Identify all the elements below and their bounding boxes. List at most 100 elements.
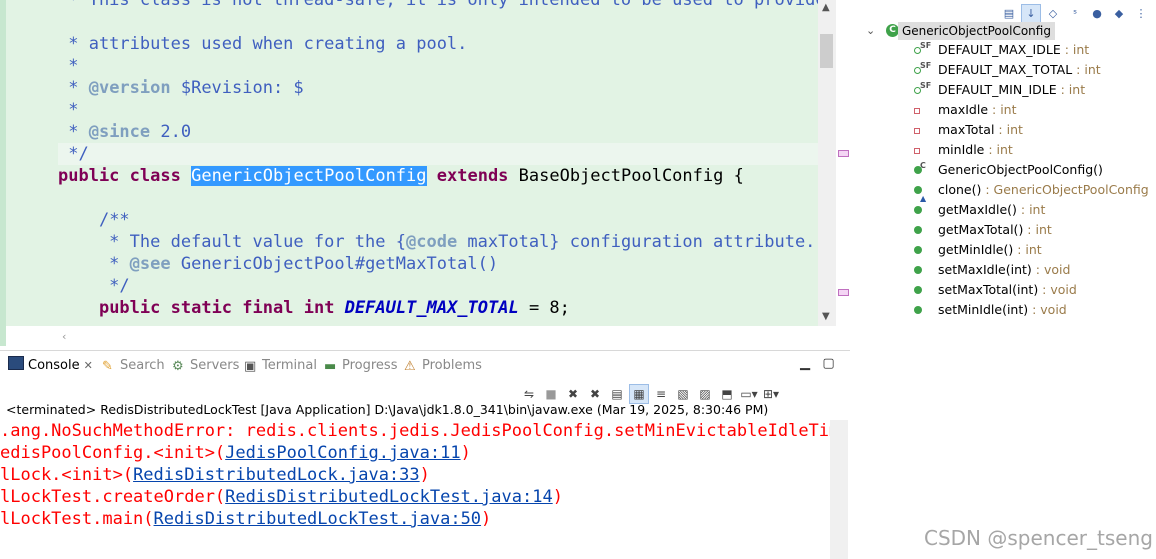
outline-member[interactable]: SF DEFAULT_MAX_IDLE : int: [914, 40, 1154, 60]
code-token: *: [58, 100, 79, 120]
problems-icon: ⚠: [404, 359, 416, 374]
code-line[interactable]: 36 */: [58, 275, 818, 297]
code-token: DEFAULT_MAX_TOTAL: [344, 298, 519, 318]
source-link[interactable]: RedisDistributedLockTest.java:14: [225, 487, 553, 507]
tab-terminal[interactable]: ▣ Terminal: [244, 356, 317, 376]
new-console-icon[interactable]: ⊞▾: [762, 385, 780, 403]
occurrence-marker[interactable]: [838, 150, 849, 157]
code-line[interactable]: 31public class GenericObjectPoolConfig e…: [58, 165, 818, 187]
modifier-overlay-icon: SF: [920, 41, 932, 50]
source-link[interactable]: RedisDistributedLock.java:33: [133, 465, 420, 485]
scroll-up-icon[interactable]: ▲: [822, 2, 830, 13]
outline-member[interactable]: C GenericObjectPoolConfig(): [914, 160, 1154, 180]
word-wrap-icon[interactable]: ≡: [652, 385, 670, 403]
outline-member[interactable]: setMaxIdle(int) : void: [914, 260, 1154, 280]
source-link[interactable]: RedisDistributedLockTest.java:50: [154, 509, 482, 529]
code-area[interactable]: 25 * This class is not thread-safe; it i…: [58, 0, 818, 326]
stack-trace-text: ): [419, 465, 430, 485]
tab-progress[interactable]: ▬ Progress: [324, 356, 397, 376]
remove-all-icon[interactable]: ✖: [586, 385, 604, 403]
pin-console-icon[interactable]: ⬒: [718, 385, 736, 403]
occurrence-marker[interactable]: [838, 289, 849, 296]
code-token: @version: [88, 78, 171, 98]
code-line[interactable]: 25 * attributes used when creating a poo…: [58, 33, 818, 55]
search-icon: ✎: [102, 359, 113, 374]
link-icon[interactable]: ⇋: [520, 385, 538, 403]
outline-member[interactable]: SF DEFAULT_MAX_TOTAL : int: [914, 60, 1154, 80]
outline-member[interactable]: SF DEFAULT_MIN_IDLE : int: [914, 80, 1154, 100]
sort-icon[interactable]: ↓: [1021, 4, 1041, 24]
scroll-left-icon[interactable]: ‹: [62, 330, 66, 343]
remove-launch-icon[interactable]: ✖: [564, 385, 582, 403]
scroll-thumb[interactable]: [820, 34, 833, 68]
code-line[interactable]: 29 * @since 2.0: [58, 121, 818, 143]
code-token: @see: [129, 254, 171, 274]
scroll-lock-icon[interactable]: ▦: [629, 384, 649, 404]
collapse-all-icon[interactable]: ▤: [1000, 5, 1018, 23]
outline-member[interactable]: getMaxTotal() : int: [914, 220, 1154, 240]
tab-search[interactable]: ✎ Search: [102, 356, 165, 376]
member-type: : int: [1023, 222, 1052, 237]
hide-static-icon[interactable]: ˢ: [1066, 5, 1084, 23]
outline-member[interactable]: ▲ clone() : GenericObjectPoolConfig: [914, 180, 1154, 203]
console-output[interactable]: .ang.NoSuchMethodError: redis.clients.je…: [0, 420, 830, 559]
member-name: maxIdle: [938, 102, 989, 117]
tab-problems-label: Problems: [422, 358, 482, 373]
close-icon[interactable]: ✕: [84, 359, 93, 372]
outline-member[interactable]: minIdle : int: [914, 140, 1154, 160]
console-vertical-scrollbar[interactable]: [830, 420, 848, 559]
tab-console[interactable]: Console ✕: [8, 356, 93, 376]
code-editor[interactable]: 25 * This class is not thread-safe; it i…: [0, 0, 850, 346]
maximize-icon[interactable]: ▢: [822, 356, 834, 371]
code-line[interactable]: [58, 11, 818, 33]
display-console-icon[interactable]: ▭▾: [740, 385, 758, 403]
outline-member[interactable]: setMinIdle(int) : void: [914, 300, 1154, 320]
stack-trace-line: lLockTest.main(RedisDistributedLockTest.…: [0, 508, 830, 530]
code-token: * attributes used when creating a pool.: [58, 34, 468, 54]
clear-console-icon[interactable]: ▤: [608, 385, 626, 403]
outline-member[interactable]: setMaxTotal(int) : void: [914, 280, 1154, 300]
code-line[interactable]: 33⊖ /**: [58, 209, 818, 231]
progress-icon: ▬: [324, 359, 337, 374]
tab-progress-label: Progress: [342, 358, 398, 373]
source-link[interactable]: JedisPoolConfig.java:11: [225, 443, 460, 463]
code-line[interactable]: 30 */: [58, 143, 818, 165]
outline-member[interactable]: maxIdle : int: [914, 100, 1154, 120]
member-type: : int: [1072, 62, 1101, 77]
stack-trace-text: .ang.NoSuchMethodError: redis.clients.je…: [0, 421, 830, 441]
show-on-stdout-icon[interactable]: ▧: [674, 385, 692, 403]
outline-member[interactable]: maxTotal : int: [914, 120, 1154, 140]
tab-problems[interactable]: ⚠ Problems: [404, 356, 482, 376]
tab-servers[interactable]: ⚙ Servers: [172, 356, 239, 376]
public-method-icon: [914, 246, 922, 254]
view-menu-icon[interactable]: ⋮: [1132, 5, 1150, 23]
outline-member-label: getMaxIdle() : int: [938, 200, 1045, 220]
hide-fields-icon[interactable]: ◇: [1044, 5, 1062, 23]
code-line[interactable]: 34 * The default value for the {@code ma…: [58, 231, 818, 253]
hide-local-types-icon[interactable]: ◆: [1110, 5, 1128, 23]
hide-non-public-icon[interactable]: ●: [1088, 5, 1106, 23]
member-name: getMaxIdle(): [938, 202, 1017, 217]
code-line[interactable]: 26 *: [58, 55, 818, 77]
terminate-icon[interactable]: ■: [542, 385, 560, 403]
public-method-icon: [914, 226, 922, 234]
editor-vertical-scrollbar[interactable]: ▲ ▼: [818, 0, 836, 326]
outline-member[interactable]: getMinIdle() : int: [914, 240, 1154, 260]
code-line[interactable]: 37 public static final int DEFAULT_MAX_T…: [58, 297, 818, 319]
tab-search-label: Search: [120, 358, 165, 373]
overview-ruler[interactable]: [836, 0, 850, 346]
code-line[interactable]: 28 *: [58, 99, 818, 121]
code-line[interactable]: 35 * @see GenericObjectPool#getMaxTotal(…: [58, 253, 818, 275]
scroll-down-icon[interactable]: ▼: [822, 311, 830, 322]
show-on-stderr-icon[interactable]: ▨: [696, 385, 714, 403]
editor-horizontal-scrollbar[interactable]: ‹: [58, 326, 836, 346]
collapse-chevron-icon[interactable]: ⌄: [866, 22, 875, 40]
view-window-controls: ▁ ▢: [800, 356, 835, 371]
code-line[interactable]: 32: [58, 187, 818, 209]
outline-member[interactable]: getMaxIdle() : int: [914, 200, 1154, 220]
code-line[interactable]: 25 * This class is not thread-safe; it i…: [58, 0, 818, 11]
code-line[interactable]: 27 * @version $Revision: $: [58, 77, 818, 99]
code-line[interactable]: 38: [58, 319, 818, 326]
minimize-icon[interactable]: ▁: [800, 356, 810, 371]
